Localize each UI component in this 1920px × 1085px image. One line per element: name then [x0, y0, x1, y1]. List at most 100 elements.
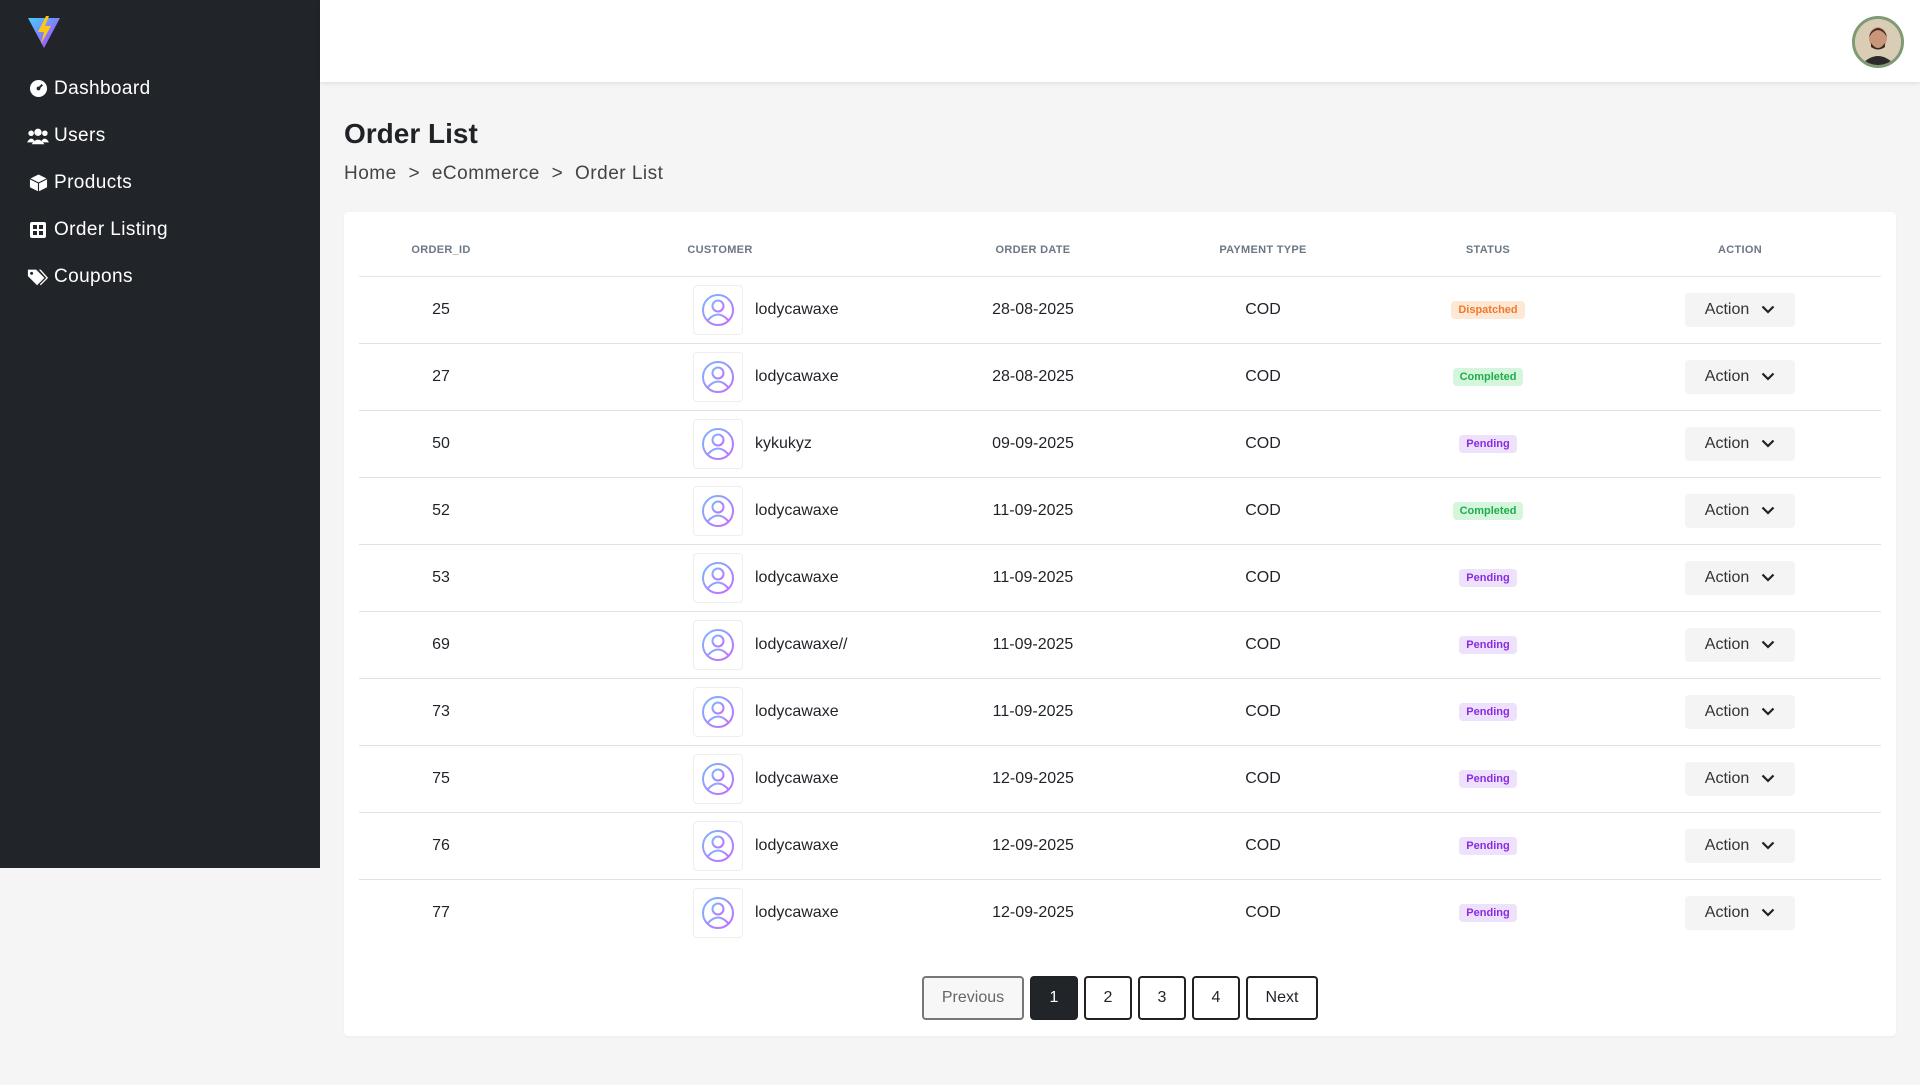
payment-type-cell: COD: [1149, 678, 1377, 746]
sidebar-item-coupons[interactable]: Coupons: [0, 253, 320, 300]
customer-cell: lodycawaxe: [523, 544, 917, 612]
customer: lodycawaxe: [523, 351, 917, 402]
previous-page-button[interactable]: Previous: [922, 976, 1024, 1020]
chevron-down-icon: [1761, 908, 1775, 917]
order-id-cell: 73: [359, 678, 523, 746]
next-page-button[interactable]: Next: [1246, 976, 1318, 1020]
action-dropdown-button[interactable]: Action: [1685, 426, 1795, 461]
action-label: Action: [1704, 702, 1750, 720]
table-header-row: ORDER_ID CUSTOMER ORDER DATE PAYMENT TYP…: [359, 224, 1881, 277]
customer-cell: lodycawaxe: [523, 812, 917, 880]
sidebar-nav: Dashboard Users Products Order Listing C…: [0, 65, 320, 300]
tags-icon: [27, 266, 49, 288]
order-date-cell: 12-09-2025: [917, 812, 1149, 880]
action-dropdown-button[interactable]: Action: [1685, 761, 1795, 796]
sidebar-item-products[interactable]: Products: [0, 159, 320, 206]
order-date-cell: 12-09-2025: [917, 745, 1149, 813]
header-payment-type: PAYMENT TYPE: [1149, 224, 1377, 277]
sidebar-item-dashboard[interactable]: Dashboard: [0, 65, 320, 112]
breadcrumb-home[interactable]: Home: [344, 163, 397, 184]
chevron-down-icon: [1761, 774, 1775, 783]
customer-cell: lodycawaxe: [523, 477, 917, 545]
header-action: ACTION: [1599, 224, 1881, 277]
customer: lodycawaxe//: [523, 619, 917, 670]
chevron-down-icon: [1761, 640, 1775, 649]
customer-cell: lodycawaxe: [523, 276, 917, 344]
page-1-button[interactable]: 1: [1030, 976, 1078, 1020]
status-badge: Pending: [1459, 636, 1517, 654]
order-id-cell: 69: [359, 611, 523, 679]
table-row: 77 lodycawaxe 12-09-2025 COD Pending Act…: [359, 879, 1881, 946]
breadcrumb-current: Order List: [575, 163, 664, 184]
action-dropdown-button[interactable]: Action: [1685, 694, 1795, 729]
customer-avatar: [693, 887, 743, 938]
status-badge: Pending: [1459, 904, 1517, 923]
action-dropdown-button[interactable]: Action: [1685, 359, 1795, 394]
action-dropdown-button[interactable]: Action: [1685, 560, 1795, 595]
customer: lodycawaxe: [523, 284, 917, 335]
action-dropdown-button[interactable]: Action: [1685, 828, 1795, 863]
customer-name: lodycawaxe: [755, 769, 839, 787]
order-id-cell: 25: [359, 276, 523, 344]
table-row: 52 lodycawaxe 11-09-2025 COD Completed A…: [359, 477, 1881, 545]
user-circle-icon: [702, 293, 734, 326]
status-cell: Pending: [1377, 879, 1599, 946]
top-bar: [320, 0, 1920, 82]
status-badge: Pending: [1459, 703, 1517, 721]
customer: lodycawaxe: [523, 686, 917, 737]
sidebar-item-users[interactable]: Users: [0, 112, 320, 159]
chevron-down-icon: [1761, 372, 1775, 381]
page-3-button[interactable]: 3: [1138, 976, 1186, 1020]
customer-name: lodycawaxe: [755, 836, 839, 854]
header-status: STATUS: [1377, 224, 1599, 277]
table-row: 73 lodycawaxe 11-09-2025 COD Pending Act…: [359, 678, 1881, 746]
user-circle-icon: [702, 762, 734, 795]
customer: lodycawaxe: [523, 485, 917, 536]
order-id-cell: 53: [359, 544, 523, 612]
order-date-cell: 28-08-2025: [917, 343, 1149, 411]
user-avatar[interactable]: [1852, 16, 1904, 68]
customer-cell: lodycawaxe: [523, 879, 917, 946]
action-label: Action: [1704, 367, 1750, 385]
order-date-cell: 12-09-2025: [992, 903, 1074, 921]
action-dropdown-button[interactable]: Action: [1685, 493, 1795, 528]
app-logo[interactable]: [26, 14, 62, 50]
sidebar: Dashboard Users Products Order Listing C…: [0, 0, 320, 868]
pagination: Previous 1 2 3 4 Next: [344, 976, 1896, 1020]
action-dropdown-button[interactable]: Action: [1685, 895, 1795, 930]
order-id-cell: 77: [432, 903, 450, 921]
chevron-down-icon: [1761, 841, 1775, 850]
action-dropdown-button[interactable]: Action: [1685, 292, 1795, 327]
table-row: 25 lodycawaxe 28-08-2025 COD Dispatched: [359, 276, 1881, 344]
order-date-cell: 11-09-2025: [917, 477, 1149, 545]
sidebar-item-label: Users: [54, 124, 106, 146]
page-4-button[interactable]: 4: [1192, 976, 1240, 1020]
action-cell: Action: [1599, 812, 1881, 880]
customer-avatar: [693, 686, 743, 737]
customer-avatar: [693, 284, 743, 335]
action-label: Action: [1704, 836, 1750, 854]
customer-name: lodycawaxe: [755, 501, 839, 519]
customer-name: lodycawaxe//: [755, 635, 848, 653]
customer-avatar: [693, 552, 743, 603]
order-date-cell: 11-09-2025: [917, 544, 1149, 612]
table-row: 53 lodycawaxe 11-09-2025 COD Pending Act…: [359, 544, 1881, 612]
action-cell: Action: [1599, 879, 1881, 946]
status-badge: Pending: [1459, 435, 1517, 453]
action-label: Action: [1704, 501, 1750, 519]
action-dropdown-button[interactable]: Action: [1685, 627, 1795, 662]
status-badge: Completed: [1452, 368, 1524, 386]
sidebar-item-order-listing[interactable]: Order Listing: [0, 206, 320, 253]
payment-type-cell: COD: [1149, 410, 1377, 478]
customer-cell: lodycawaxe//: [523, 611, 917, 679]
sidebar-item-label: Order Listing: [54, 218, 168, 240]
user-circle-icon: [702, 427, 734, 460]
chevron-down-icon: [1761, 506, 1775, 515]
grid-icon: [27, 219, 49, 241]
chevron-down-icon: [1761, 573, 1775, 582]
breadcrumb-ecommerce[interactable]: eCommerce: [432, 163, 540, 184]
page-2-button[interactable]: 2: [1084, 976, 1132, 1020]
order-id-cell: 76: [359, 812, 523, 880]
action-label: Action: [1704, 903, 1750, 921]
chevron-down-icon: [1761, 707, 1775, 716]
